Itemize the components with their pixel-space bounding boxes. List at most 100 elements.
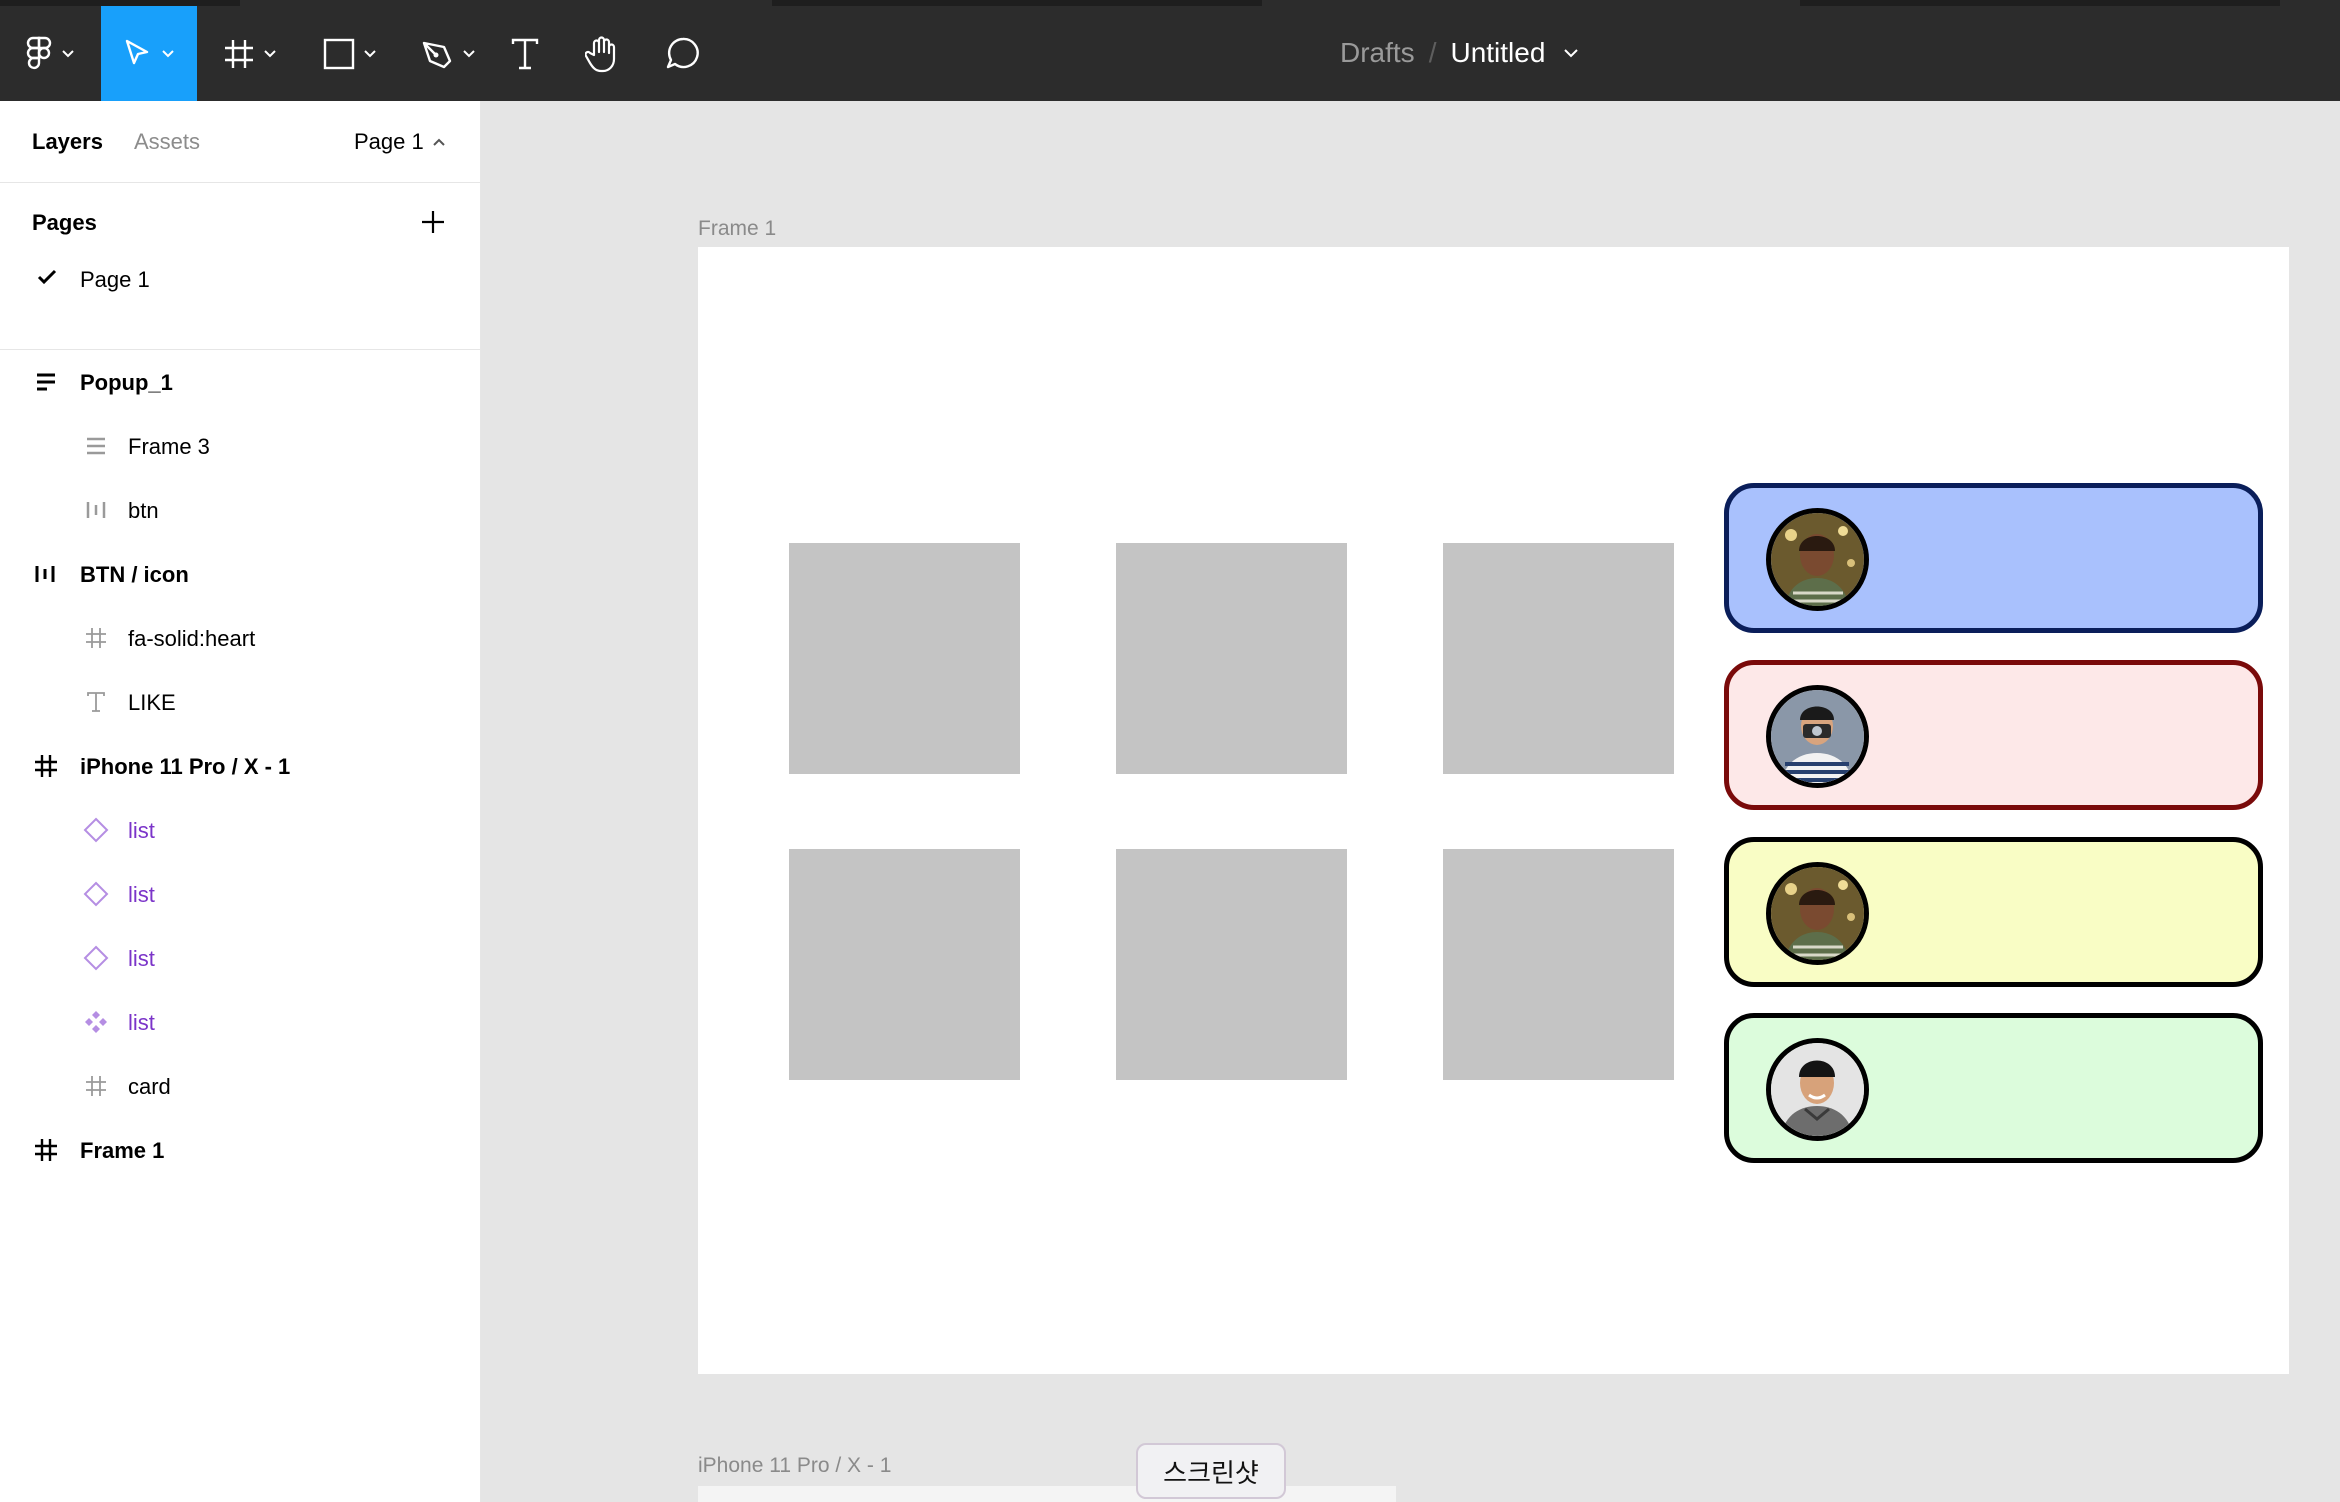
placeholder-square[interactable] [789,543,1020,774]
breadcrumb-folder[interactable]: Drafts [1340,37,1415,69]
layer-label: card [128,1074,171,1099]
layer-label: Popup_1 [80,370,173,395]
layer-row[interactable]: fa-solid:heart [0,606,480,670]
pen-icon [422,41,452,68]
list-card[interactable] [1724,837,2263,987]
page-switcher[interactable]: Page 1 [354,129,446,155]
component-icon [82,1008,110,1036]
auto-layout-horizontal-icon [82,496,110,524]
layer-label: list [128,946,155,971]
placeholder-square[interactable] [1443,849,1674,1080]
avatar [1766,1038,1869,1141]
frame-tool-button[interactable] [210,6,290,101]
layer-row[interactable]: list [0,798,480,862]
placeholder-square[interactable] [789,849,1020,1080]
text-tool-icon [511,38,539,69]
pages-title: Pages [32,210,97,235]
text-icon [82,688,110,716]
auto-layout-vertical-icon [32,368,60,396]
hand-icon [585,35,616,72]
layer-row[interactable]: LIKE [0,670,480,734]
layer-label: Frame 3 [128,434,210,459]
placeholder-square[interactable] [1116,849,1347,1080]
tab-assets[interactable]: Assets [134,129,200,155]
comment-tool-button[interactable] [658,6,708,101]
placeholder-square[interactable] [1443,543,1674,774]
frame-icon [82,624,110,652]
frame-tool-icon [225,39,253,68]
move-tool-button[interactable] [101,6,197,101]
avatar [1766,862,1869,965]
layer-label: LIKE [128,690,176,715]
text-tool-button[interactable] [500,6,550,101]
layer-row[interactable]: Frame 3 [0,414,480,478]
breadcrumb: Drafts / Untitled [1340,33,1579,73]
chevron-down-icon [463,49,475,57]
screenshot-tooltip: 스크린샷 [1136,1443,1286,1499]
pages-section: Pages Page 1 [0,183,480,350]
layer-row[interactable]: iPhone 11 Pro / X - 1 [0,734,480,798]
pen-tool-button[interactable] [408,6,488,101]
check-icon [37,269,57,285]
tab-strip [1800,0,2280,6]
layer-row[interactable]: list [0,926,480,990]
list-card[interactable] [1724,1013,2263,1163]
frame-icon [32,1136,60,1164]
instance-icon [82,880,110,908]
page-item[interactable]: Page 1 [0,257,480,299]
layer-row[interactable]: btn [0,478,480,542]
add-page-icon[interactable] [418,207,448,237]
iphone-frame[interactable] [698,1486,1396,1502]
avatar [1766,508,1869,611]
chevron-down-icon [62,49,74,57]
page-item-label: Page 1 [80,267,150,292]
avatar [1766,685,1869,788]
chevron-down-icon [162,49,174,57]
shape-tool-button[interactable] [310,6,390,101]
layer-label: fa-solid:heart [128,626,256,651]
placeholder-square[interactable] [1116,543,1347,774]
layer-row[interactable]: Frame 1 [0,1118,480,1182]
toolbar: Drafts / Untitled [0,0,2340,101]
figma-logo-icon [26,36,52,69]
instance-icon [82,816,110,844]
frame-label[interactable]: iPhone 11 Pro / X - 1 [698,1454,891,1478]
instance-icon [82,944,110,972]
list-card[interactable] [1724,660,2263,810]
chevron-down-icon [264,49,276,57]
panel-tabs: Layers Assets Page 1 [0,101,480,183]
frame-1[interactable] [698,247,2289,1374]
layer-label: Frame 1 [80,1138,165,1163]
layer-label: list [128,818,155,843]
breadcrumb-separator: / [1428,37,1437,68]
layer-label: list [128,882,155,907]
layer-row[interactable]: list [0,990,480,1054]
main-menu-button[interactable] [10,6,90,101]
list-card[interactable] [1724,483,2263,633]
pointer-icon [125,39,149,64]
comment-icon [666,37,699,68]
hand-tool-button[interactable] [578,6,628,101]
layer-row[interactable]: list [0,862,480,926]
chevron-down-icon[interactable] [1563,48,1579,58]
layer-label: btn [128,498,159,523]
auto-layout-horizontal-icon [32,560,60,588]
auto-layout-vertical-icon [82,432,110,460]
layer-row[interactable]: BTN / icon [0,542,480,606]
frame-icon [82,1072,110,1100]
tab-strip [772,0,1262,6]
rectangle-icon [323,38,355,69]
layer-label: list [128,1010,155,1035]
page-switcher-label: Page 1 [354,129,424,154]
tab-layers[interactable]: Layers [32,129,103,155]
layer-label: BTN / icon [80,562,189,587]
left-sidebar: Layers Assets Page 1 Pages Page 1 Popup_… [0,101,481,1502]
frame-label[interactable]: Frame 1 [698,217,776,241]
file-name[interactable]: Untitled [1450,37,1545,69]
layer-row[interactable]: card [0,1054,480,1118]
chevron-down-icon [364,49,376,57]
layer-row[interactable]: Popup_1 [0,350,480,414]
layer-label: iPhone 11 Pro / X - 1 [80,754,291,779]
frame-icon [32,752,60,780]
chevron-up-icon [433,138,445,146]
